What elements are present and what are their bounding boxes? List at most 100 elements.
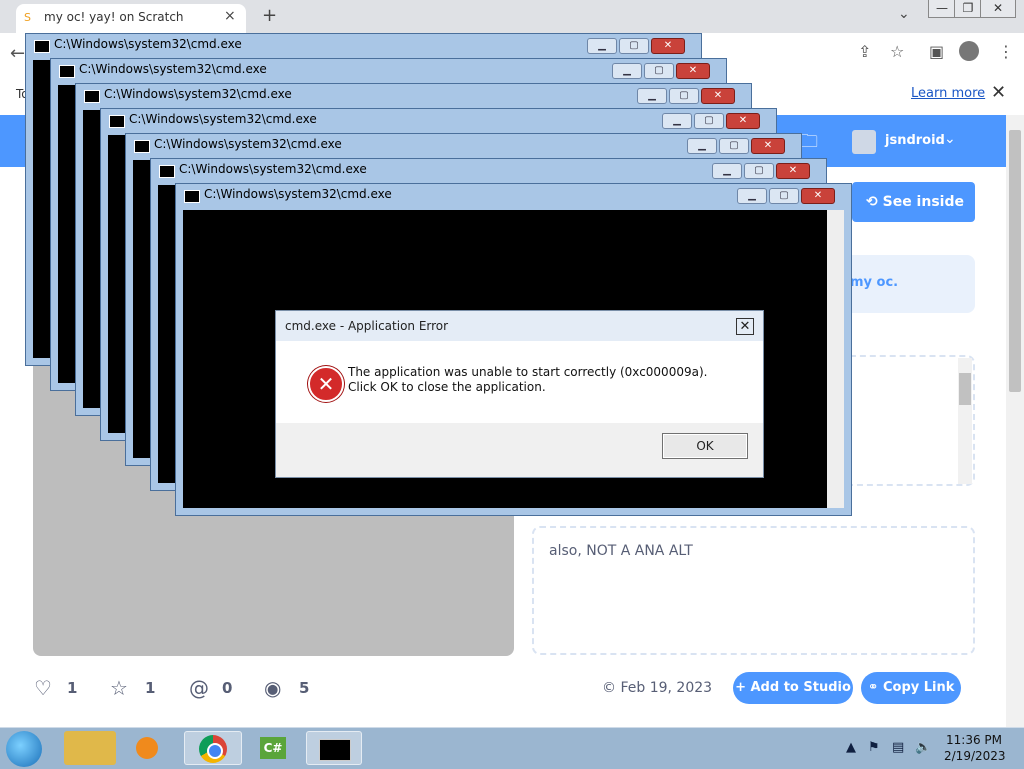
cmd-window-title: C:\Windows\system32\cmd.exe [154,137,342,151]
cmd-window-title: C:\Windows\system32\cmd.exe [104,87,292,101]
browser-tab[interactable]: S my oc! yay! on Scratch × [16,4,246,33]
copyright-icon: © [602,680,621,696]
tab-search-chevron-icon[interactable]: ⌄ [898,6,910,22]
plus-icon: + [735,680,751,695]
cmd-taskbar-icon[interactable] [306,731,362,765]
minimize-button[interactable]: — [928,0,956,18]
cmd-maximize-button[interactable]: ▢ [644,63,674,79]
cmd-minimize-button[interactable]: ▁ [612,63,642,79]
tray-overflow-icon[interactable]: ▲ [846,740,856,755]
cmd-close-button[interactable]: ✕ [776,163,810,179]
favorite-count: 1 [145,679,156,697]
cmd-minimize-button[interactable]: ▁ [662,113,692,129]
chevron-down-icon[interactable]: ⌄ [944,131,956,147]
cmd-close-button[interactable]: ✕ [726,113,760,129]
date-text: Feb 19, 2023 [620,680,713,696]
window-close-button[interactable]: ✕ [980,0,1016,18]
error-message: The application was unable to start corr… [348,365,708,394]
cmd-maximize-button[interactable]: ▢ [769,188,799,204]
cmd-maximize-button[interactable]: ▢ [694,113,724,129]
clock-date: 2/19/2023 [944,749,1006,763]
views-eye-icon: ◉ [264,676,282,700]
ok-button[interactable]: OK [662,433,748,459]
username[interactable]: jsndroid [885,133,945,148]
cmd-close-button[interactable]: ✕ [701,88,735,104]
chrome-taskbar-icon[interactable] [184,731,242,765]
cmd-maximize-button[interactable]: ▢ [669,88,699,104]
favorite-star-icon[interactable]: ☆ [110,676,128,700]
cmd-close-button[interactable]: ✕ [651,38,685,54]
info-bar-close-icon[interactable]: ✕ [991,82,1006,103]
media-player-icon[interactable] [122,731,174,765]
flag-icon[interactable]: ⚑ [868,740,880,755]
remix-credit-box: my oc. [832,255,975,313]
network-icon[interactable]: ▤ [892,740,904,755]
error-x-icon: ✕ [308,366,344,402]
cmd-icon [109,115,125,128]
user-avatar[interactable] [852,130,876,154]
profile-avatar[interactable] [959,41,979,61]
my-stuff-folder-icon[interactable]: 🗀 [800,129,818,159]
start-orb-icon[interactable] [6,731,42,767]
cmd-maximize-button[interactable]: ▢ [619,38,649,54]
love-heart-icon[interactable]: ♡ [34,676,52,700]
see-inside-label: See inside [882,194,964,210]
cmd-close-button[interactable]: ✕ [676,63,710,79]
new-tab-button[interactable]: + [262,5,277,26]
add-to-studio-button[interactable]: + Add to Studio [733,672,853,704]
menu-kebab-icon[interactable]: ⋮ [998,42,1014,61]
remix-spiral-icon: @ [189,676,209,700]
file-explorer-icon[interactable] [64,731,116,765]
dialog-close-button[interactable]: ✕ [736,318,754,335]
cmd-icon [59,65,75,78]
see-inside-button[interactable]: ⟲ See inside [852,182,975,222]
cmd-maximize-button[interactable]: ▢ [744,163,774,179]
cmd-window-title: C:\Windows\system32\cmd.exe [79,62,267,76]
cmd-window-title: C:\Windows\system32\cmd.exe [54,37,242,51]
cmd-close-button[interactable]: ✕ [751,138,785,154]
instructions-box [832,355,975,486]
notes-text: also, NOT A ANA ALT [549,543,693,559]
cmd-minimize-button[interactable]: ▁ [712,163,742,179]
copy-link-label: Copy Link [883,680,955,695]
bookmark-star-icon[interactable]: ☆ [890,42,904,61]
cmd-window-title: C:\Windows\system32\cmd.exe [204,187,392,201]
cmd-scrollbar[interactable] [827,210,844,508]
browser-tab-strip: S my oc! yay! on Scratch × + ⌄ — ❐ ✕ [0,0,1024,33]
add-to-studio-label: Add to Studio [750,680,851,695]
cmd-minimize-button[interactable]: ▁ [587,38,617,54]
maximize-button[interactable]: ❐ [954,0,982,18]
instructions-scroll-thumb[interactable] [959,373,971,405]
cmd-minimize-button[interactable]: ▁ [637,88,667,104]
cmd-window-title: C:\Windows\system32\cmd.exe [179,162,367,176]
system-clock[interactable]: 11:36 PM 2/19/2023 [944,732,1006,764]
dialog-footer: OK [276,423,763,477]
cmd-minimize-button[interactable]: ▁ [687,138,717,154]
link-icon: ⚭ [867,680,883,695]
learn-more-link[interactable]: Learn more [911,86,985,101]
page-scroll-thumb[interactable] [1009,130,1021,392]
cmd-minimize-button[interactable]: ▁ [737,188,767,204]
share-icon[interactable]: ⇪ [858,42,871,61]
back-arrow-icon[interactable]: ← [10,43,25,64]
side-panel-icon[interactable]: ▣ [929,42,944,61]
love-count: 1 [67,679,78,697]
cmd-icon [159,165,175,178]
cmd-icon [84,90,100,103]
tab-close-icon[interactable]: × [224,8,236,24]
scratch-favicon-icon: S [24,11,31,24]
copy-link-button[interactable]: ⚭ Copy Link [861,672,961,704]
dialog-titlebar: cmd.exe - Application Error ✕ [276,311,763,341]
csharp-app-icon[interactable]: C# [248,731,300,765]
cmd-close-button[interactable]: ✕ [801,188,835,204]
remix-icon: ⟲ [866,194,883,210]
volume-icon[interactable]: 🔈 [915,740,931,755]
cmd-maximize-button[interactable]: ▢ [719,138,749,154]
windows-taskbar: C# ▲ ⚑ ▤ 🔈 11:36 PM 2/19/2023 [0,727,1024,769]
share-date: © Feb 19, 2023 [602,680,712,696]
remix-credit-text[interactable]: my oc. [850,275,898,290]
application-error-dialog: cmd.exe - Application Error ✕ ✕ The appl… [275,310,764,478]
tab-title: my oc! yay! on Scratch [44,10,184,24]
cmd-icon [134,140,150,153]
dialog-title: cmd.exe - Application Error [285,319,449,333]
